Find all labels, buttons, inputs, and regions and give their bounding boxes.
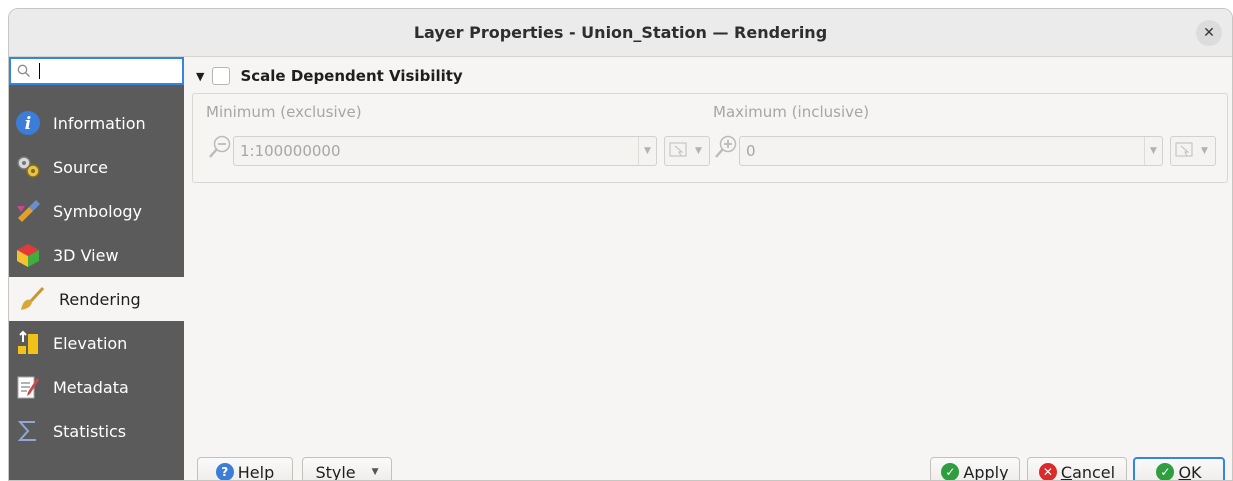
set-current-canvas-scale-min-button[interactable]: ▼ [664, 136, 710, 166]
chevron-down-icon[interactable]: ▼ [1201, 146, 1208, 156]
cancel-icon: ✕ [1038, 463, 1057, 480]
collapse-triangle-icon[interactable]: ▼ [196, 70, 204, 83]
help-button[interactable]: ? Help [197, 457, 293, 481]
sidebar-item-label: 3D View [53, 245, 119, 265]
maximum-scale-value: 0 [746, 142, 756, 160]
apply-button[interactable]: ✓ Apply [930, 457, 1020, 481]
cancel-button-label: Cancel [1060, 462, 1116, 481]
rendering-panel: ▼ Scale Dependent Visibility Minimum (ex… [184, 57, 1232, 480]
sidebar: i Information Source Symbology 3D View R… [9, 57, 184, 480]
zoom-out-icon [207, 134, 233, 162]
scale-visibility-header: ▼ Scale Dependent Visibility [196, 65, 463, 87]
search-icon [17, 64, 30, 77]
minimum-scale-value: 1:100000000 [240, 142, 341, 160]
chevron-down-icon[interactable]: ▼ [1144, 137, 1162, 165]
help-icon: ? [215, 463, 234, 480]
sidebar-item-label: Metadata [53, 377, 129, 397]
layer-properties-dialog: Layer Properties - Union_Station — Rende… [8, 8, 1233, 481]
search-input[interactable] [9, 57, 184, 85]
sidebar-item-label: Information [53, 113, 146, 133]
window-title: Layer Properties - Union_Station — Rende… [413, 23, 828, 42]
close-icon: ✕ [1203, 25, 1215, 41]
sidebar-item-rendering[interactable]: Rendering [9, 277, 184, 321]
rendering-brush-icon [19, 286, 45, 312]
sidebar-item-metadata[interactable]: Metadata [9, 365, 184, 409]
sidebar-item-3d-view[interactable]: 3D View [9, 233, 184, 277]
ok-button[interactable]: ✓ OK [1133, 457, 1225, 481]
sidebar-item-label: Source [53, 157, 108, 177]
sidebar-item-label: Rendering [59, 289, 141, 309]
sidebar-item-information[interactable]: i Information [9, 101, 184, 145]
svg-text:i: i [25, 114, 31, 134]
sidebar-item-source[interactable]: Source [9, 145, 184, 189]
help-button-label: Help [237, 462, 275, 481]
close-button[interactable]: ✕ [1196, 20, 1222, 46]
source-icon [15, 154, 41, 180]
apply-button-label: Apply [963, 462, 1009, 481]
elevation-icon [15, 330, 41, 356]
maximum-scale-label: Maximum (inclusive) [713, 103, 870, 121]
minimum-scale-combo[interactable]: 1:100000000 ▼ [233, 136, 657, 166]
maximum-scale-combo[interactable]: 0 ▼ [739, 136, 1163, 166]
checkmark-icon: ✓ [1156, 463, 1175, 480]
metadata-icon [15, 374, 41, 400]
symbology-icon [15, 198, 41, 224]
information-icon: i [15, 110, 41, 136]
chevron-down-icon[interactable]: ▼ [695, 146, 702, 156]
checkmark-icon: ✓ [941, 463, 960, 480]
minimum-scale-label: Minimum (exclusive) [206, 103, 362, 121]
sidebar-item-label: Statistics [53, 421, 127, 441]
scale-visibility-label: Scale Dependent Visibility [240, 67, 463, 85]
zoom-in-icon [713, 134, 739, 162]
scale-visibility-group: Minimum (exclusive) Maximum (inclusive) … [192, 93, 1228, 183]
text-caret [39, 63, 40, 79]
title-bar: Layer Properties - Union_Station — Rende… [9, 9, 1232, 57]
sidebar-item-label: Symbology [53, 201, 143, 221]
canvas-scale-icon [669, 142, 689, 161]
style-menu-button[interactable]: Style ▼ [302, 457, 392, 481]
canvas-scale-icon [1175, 142, 1195, 161]
chevron-down-icon: ▼ [371, 467, 379, 477]
set-current-canvas-scale-max-button[interactable]: ▼ [1170, 136, 1216, 166]
cancel-button[interactable]: ✕ Cancel [1027, 457, 1127, 481]
scale-visibility-checkbox[interactable] [212, 67, 231, 85]
chevron-down-icon[interactable]: ▼ [638, 137, 656, 165]
ok-button-label: OK [1178, 462, 1202, 481]
sidebar-item-statistics[interactable]: Statistics [9, 409, 184, 453]
sidebar-item-label: Elevation [53, 333, 128, 353]
sidebar-item-elevation[interactable]: Elevation [9, 321, 184, 365]
sigma-icon [15, 418, 41, 444]
style-button-label: Style [315, 462, 356, 481]
3d-view-icon [15, 242, 41, 268]
sidebar-item-symbology[interactable]: Symbology [9, 189, 184, 233]
